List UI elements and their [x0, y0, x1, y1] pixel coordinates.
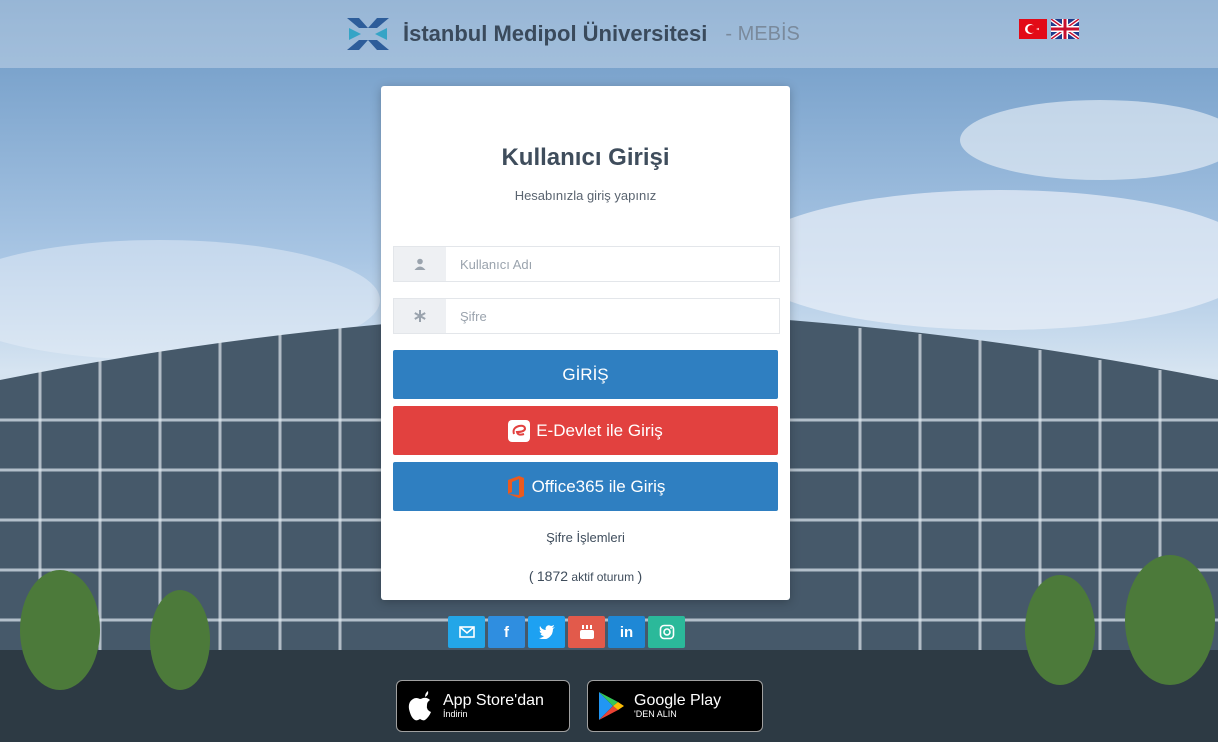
google-play-title: Google Play: [634, 691, 722, 709]
instagram-icon: [659, 624, 674, 640]
linkedin-button[interactable]: in: [608, 616, 645, 648]
password-input[interactable]: [446, 299, 779, 333]
edevlet-icon: [508, 419, 531, 442]
mail-button[interactable]: [448, 616, 485, 648]
username-field-group: [393, 246, 780, 282]
youtube-icon: [579, 625, 594, 639]
edevlet-login-button[interactable]: E-Devlet ile Giriş: [393, 406, 778, 455]
mail-icon: [458, 626, 475, 638]
office365-icon: [507, 475, 524, 498]
brand-name: İstanbul Medipol Üniversitesi: [403, 21, 708, 46]
brand[interactable]: İstanbul Medipol Üniversitesi - MEBİS: [345, 12, 800, 56]
login-title: Kullanıcı Girişi: [501, 144, 670, 171]
password-field-group: [393, 298, 780, 334]
brand-suffix: - MEBİS: [725, 22, 800, 45]
twitter-button[interactable]: [528, 616, 565, 648]
sessions-count: 1872: [536, 568, 569, 584]
app-store-badge[interactable]: App Store'dan İndirin: [396, 680, 570, 732]
login-subtitle: Hesabınızla giriş yapınız: [514, 188, 657, 203]
password-operations-link[interactable]: Şifre İşlemleri: [381, 530, 790, 545]
office365-login-button[interactable]: Office365 ile Giriş: [393, 462, 778, 511]
login-button[interactable]: GİRİŞ: [393, 350, 778, 399]
language-switcher: [1019, 19, 1079, 39]
sessions-open-paren: (: [528, 568, 534, 584]
facebook-button[interactable]: f: [488, 616, 525, 648]
office-button-label: Office365 ile Giriş: [531, 476, 666, 496]
sessions-label: aktif oturum: [571, 570, 635, 584]
login-card: Kullanıcı Girişi Hesabınızla giriş yapın…: [381, 86, 790, 600]
app-store-subtitle: İndirin: [443, 708, 468, 719]
twitter-icon: [538, 625, 555, 639]
facebook-icon: f: [504, 623, 509, 641]
youtube-button[interactable]: [568, 616, 605, 648]
edevlet-button-label: E-Devlet ile Giriş: [536, 420, 663, 440]
username-input[interactable]: [446, 247, 779, 281]
instagram-button[interactable]: [648, 616, 685, 648]
user-icon: [394, 247, 446, 281]
social-links: f in: [448, 616, 685, 648]
en-flag-icon[interactable]: [1051, 19, 1079, 39]
google-play-icon: [599, 692, 624, 720]
sessions-close-paren: ): [637, 568, 643, 584]
login-button-label: GİRİŞ: [562, 364, 609, 384]
active-sessions: ( 1872 aktif oturum ): [381, 568, 790, 584]
linkedin-icon: in: [619, 623, 634, 641]
app-store-title: App Store'dan: [443, 691, 544, 709]
tr-flag-icon[interactable]: [1019, 19, 1047, 39]
apple-icon: [408, 691, 431, 721]
google-play-subtitle: 'DEN ALIN: [634, 708, 677, 719]
google-play-badge[interactable]: Google Play 'DEN ALIN: [587, 680, 763, 732]
asterisk-icon: [394, 299, 446, 333]
medipol-logo-icon: [347, 18, 389, 50]
